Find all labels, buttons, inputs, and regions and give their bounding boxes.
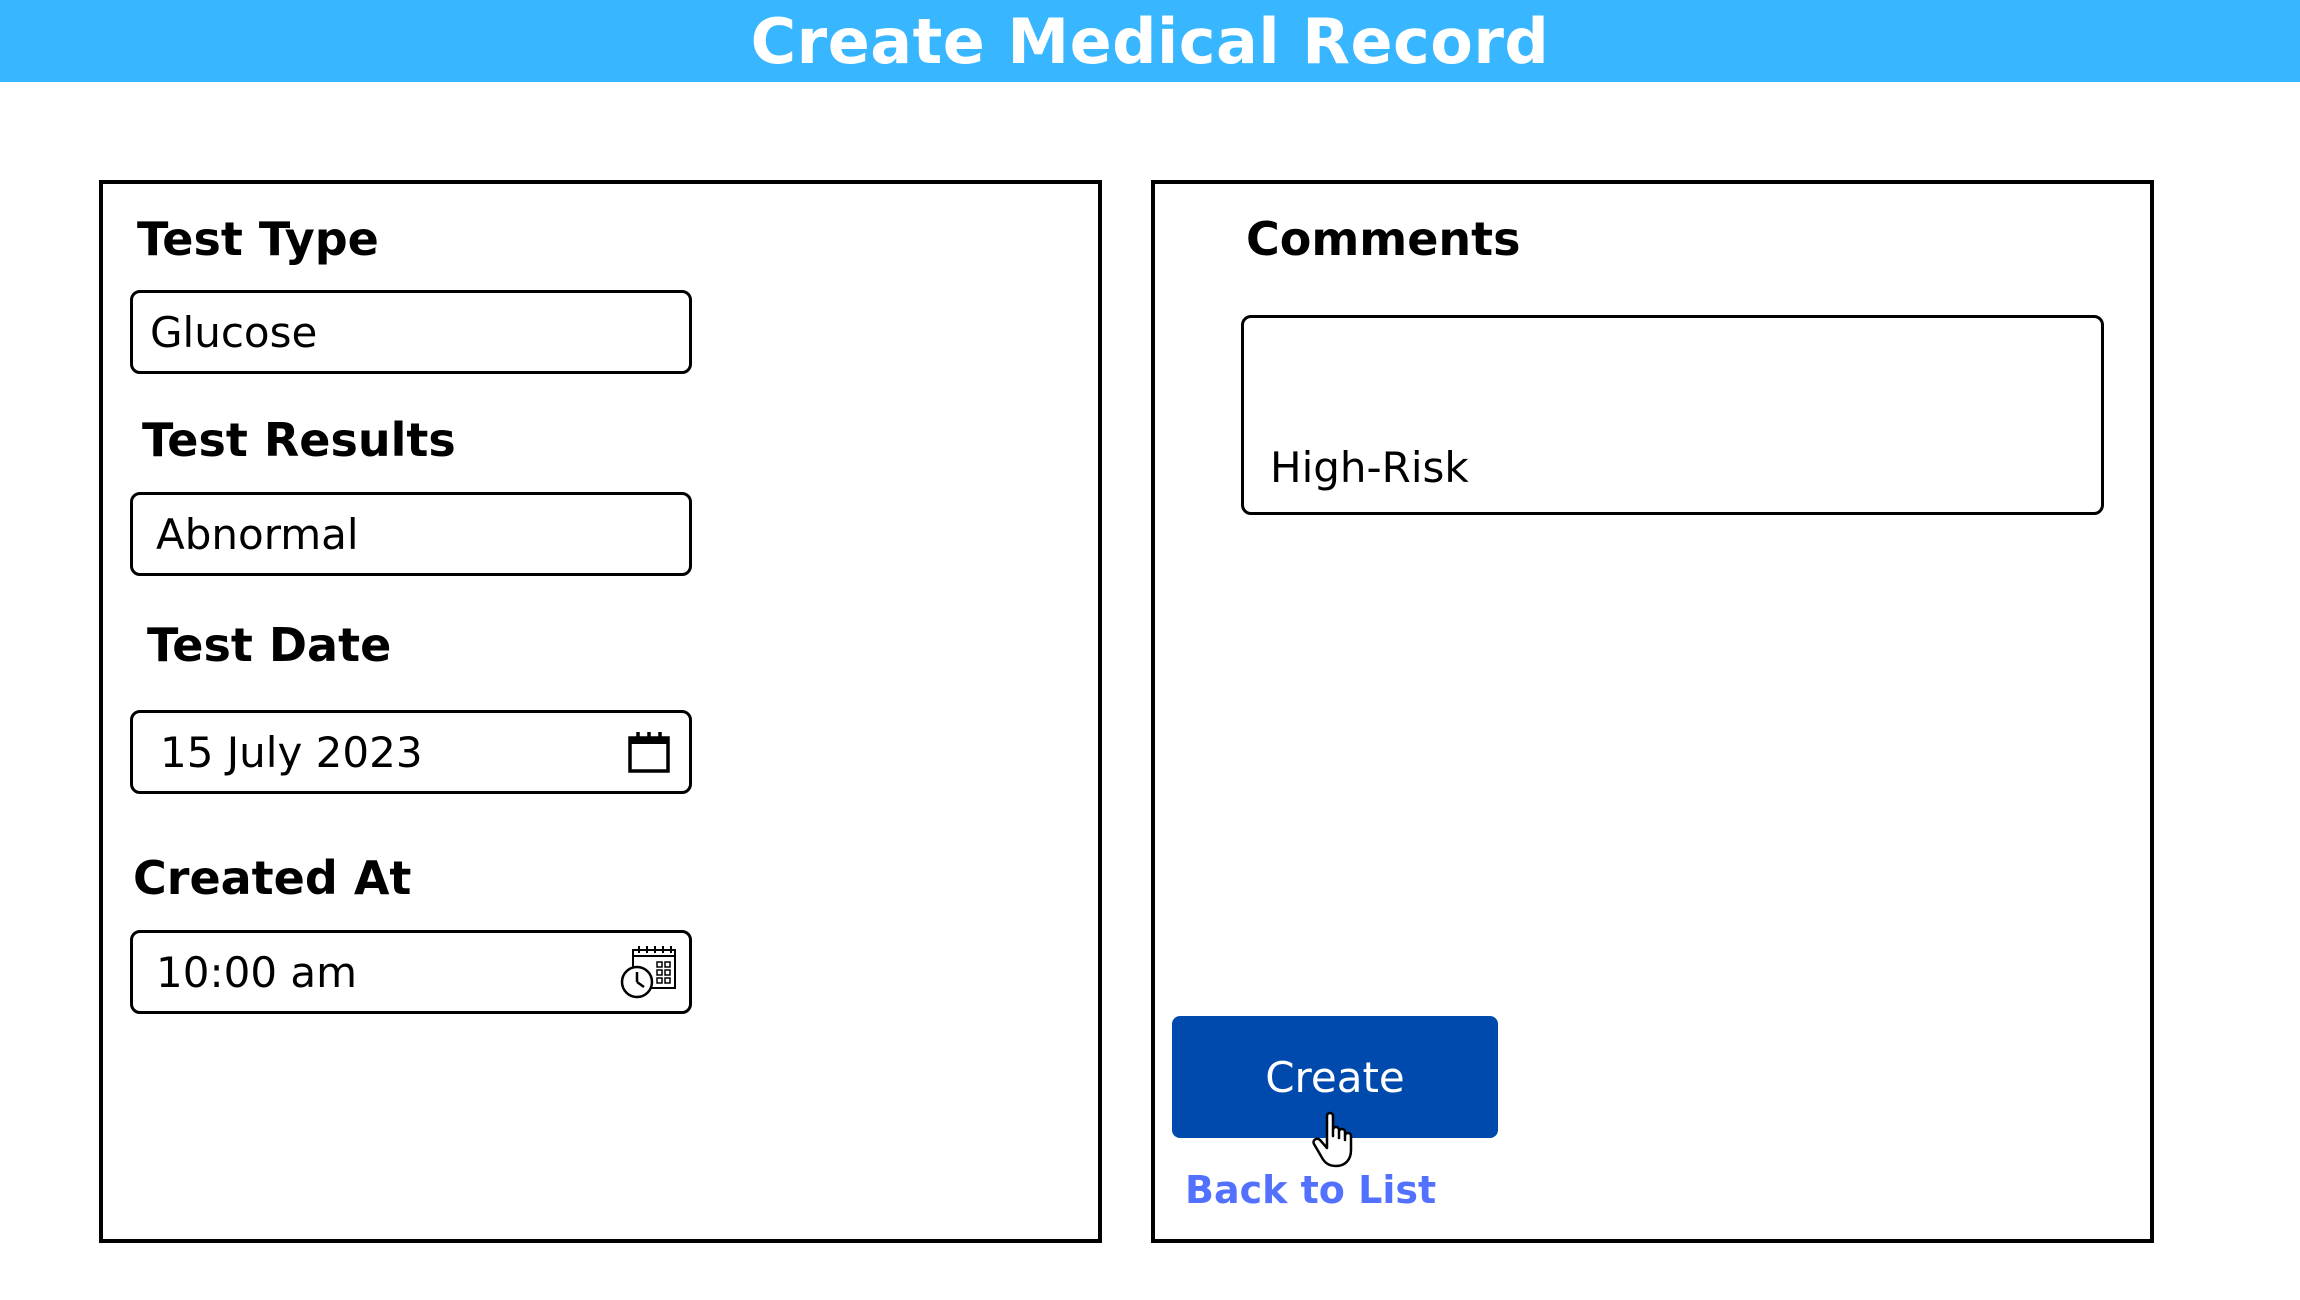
page-header: Create Medical Record (0, 0, 2300, 82)
created-at-label: Created At (133, 851, 412, 905)
test-type-value: Glucose (150, 307, 318, 357)
created-at-input[interactable]: 10:00 am (130, 930, 692, 1014)
calendar-icon[interactable] (627, 730, 671, 774)
test-date-label: Test Date (147, 618, 392, 672)
calendar-clock-icon[interactable] (619, 944, 679, 1000)
test-date-input[interactable]: 15 July 2023 (130, 710, 692, 794)
comments-textarea[interactable]: High-Risk (1241, 315, 2104, 515)
comments-label: Comments (1246, 212, 1521, 266)
test-results-value: Abnormal (156, 509, 359, 559)
test-results-label: Test Results (142, 413, 456, 467)
hand-pointer-icon (1311, 1110, 1361, 1175)
test-type-input[interactable]: Glucose (130, 290, 692, 374)
test-type-label: Test Type (137, 212, 379, 266)
test-date-value: 15 July 2023 (160, 727, 423, 777)
back-to-list-link[interactable]: Back to List (1185, 1168, 1436, 1212)
created-at-value: 10:00 am (156, 947, 358, 997)
create-button-label: Create (1265, 1052, 1405, 1102)
test-results-input[interactable]: Abnormal (130, 492, 692, 576)
comments-value: High-Risk (1270, 443, 1469, 492)
page-title: Create Medical Record (750, 4, 1550, 78)
